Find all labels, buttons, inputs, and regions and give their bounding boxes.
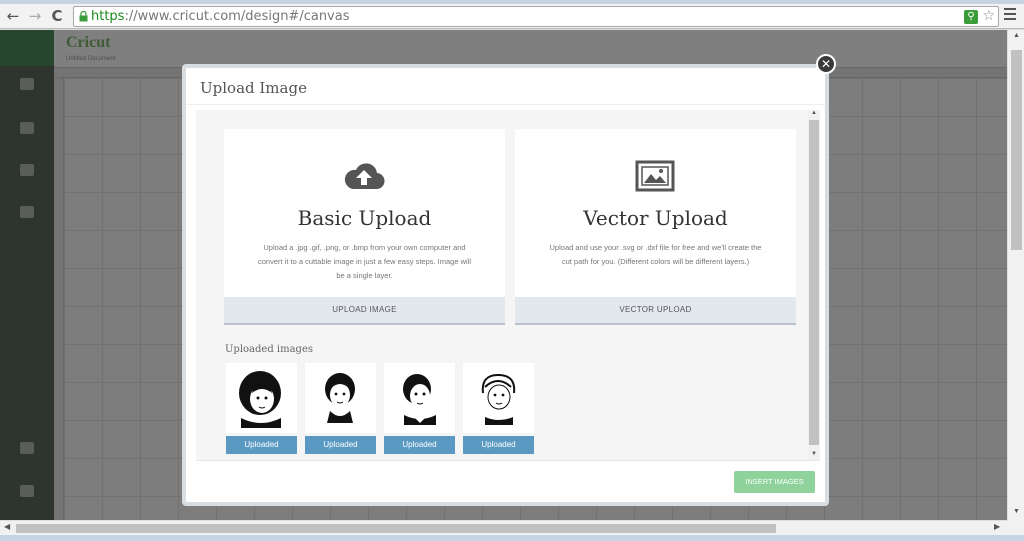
upload-image-button[interactable]: UPLOAD IMAGE bbox=[224, 297, 505, 325]
page-horizontal-scrollbar[interactable]: ◀ ▶ bbox=[0, 520, 1007, 535]
uploaded-thumbnail[interactable] bbox=[226, 363, 297, 433]
scroll-down-arrow-icon[interactable]: ▼ bbox=[1008, 508, 1024, 515]
uploaded-thumbnail[interactable] bbox=[463, 363, 534, 433]
page-horizontal-scroll-thumb[interactable] bbox=[16, 524, 776, 533]
scroll-left-arrow-icon[interactable]: ◀ bbox=[4, 522, 10, 531]
bookmark-star-icon[interactable]: ☆ bbox=[982, 8, 995, 24]
modal-header-divider bbox=[186, 104, 825, 105]
scrollbar-corner bbox=[1007, 520, 1024, 535]
uploaded-images-label: Uploaded images bbox=[225, 344, 314, 355]
basic-upload-title: Basic Upload bbox=[297, 206, 432, 230]
browser-toolbar: ← → C https://www.cricut.com/design#/can… bbox=[0, 4, 1024, 29]
extension-icon[interactable]: ⚲ bbox=[964, 10, 978, 24]
uploaded-button[interactable]: Uploaded bbox=[226, 436, 297, 454]
address-bar[interactable]: https://www.cricut.com/design#/canvas ⚲ … bbox=[73, 6, 999, 27]
reload-button[interactable]: C bbox=[48, 7, 66, 25]
uploaded-image-item[interactable]: Uploaded bbox=[384, 363, 455, 454]
modal-body: Basic Upload Upload a .jpg .gif, .png, o… bbox=[196, 110, 816, 460]
url-text: https://www.cricut.com/design#/canvas bbox=[91, 9, 350, 24]
taskbar-strip bbox=[0, 535, 1024, 541]
modal-scroll-down-icon[interactable]: ▼ bbox=[808, 451, 820, 457]
insert-images-button[interactable]: INSERT IMAGES bbox=[734, 471, 815, 493]
uploaded-image-item[interactable]: Uploaded bbox=[463, 363, 534, 454]
modal-footer-divider bbox=[196, 460, 820, 461]
uploaded-image-item[interactable]: Uploaded bbox=[305, 363, 376, 454]
basic-upload-description: Upload a .jpg .gif, .png, or .bmp from y… bbox=[257, 243, 472, 280]
uploaded-button[interactable]: Uploaded bbox=[305, 436, 376, 454]
back-button[interactable]: ← bbox=[4, 7, 22, 25]
modal-scroll-up-icon[interactable]: ▲ bbox=[808, 110, 820, 116]
modal-scroll-thumb[interactable] bbox=[809, 120, 819, 445]
vector-upload-title: Vector Upload bbox=[583, 206, 728, 230]
vector-upload-button[interactable]: VECTOR UPLOAD bbox=[515, 297, 796, 325]
browser-menu-icon[interactable] bbox=[1004, 8, 1016, 20]
uploaded-thumbnail[interactable] bbox=[305, 363, 376, 433]
vector-upload-card: Vector Upload Upload and use your .svg o… bbox=[515, 129, 796, 325]
vector-upload-description: Upload and use your .svg or .dxf file fo… bbox=[549, 243, 762, 266]
page-vertical-scroll-thumb[interactable] bbox=[1011, 50, 1022, 250]
image-icon bbox=[635, 160, 675, 192]
lock-icon bbox=[79, 11, 88, 22]
scroll-right-arrow-icon[interactable]: ▶ bbox=[994, 522, 1000, 531]
page-vertical-scrollbar[interactable]: ▲ ▼ bbox=[1007, 30, 1024, 520]
modal-scrollbar[interactable]: ▲ ▼ bbox=[808, 110, 820, 460]
close-icon[interactable]: ✕ bbox=[816, 54, 836, 74]
uploaded-thumbnail[interactable] bbox=[384, 363, 455, 433]
cloud-upload-icon bbox=[344, 163, 385, 190]
forward-button[interactable]: → bbox=[26, 7, 44, 25]
uploaded-image-item[interactable]: Uploaded bbox=[226, 363, 297, 454]
uploaded-button[interactable]: Uploaded bbox=[384, 436, 455, 454]
modal-title: Upload Image bbox=[200, 79, 307, 97]
uploaded-button[interactable]: Uploaded bbox=[463, 436, 534, 454]
scroll-up-arrow-icon[interactable]: ▲ bbox=[1008, 32, 1024, 39]
upload-image-modal: Upload Image Basic Upload Upload a .jpg … bbox=[182, 64, 829, 506]
basic-upload-card: Basic Upload Upload a .jpg .gif, .png, o… bbox=[224, 129, 505, 325]
